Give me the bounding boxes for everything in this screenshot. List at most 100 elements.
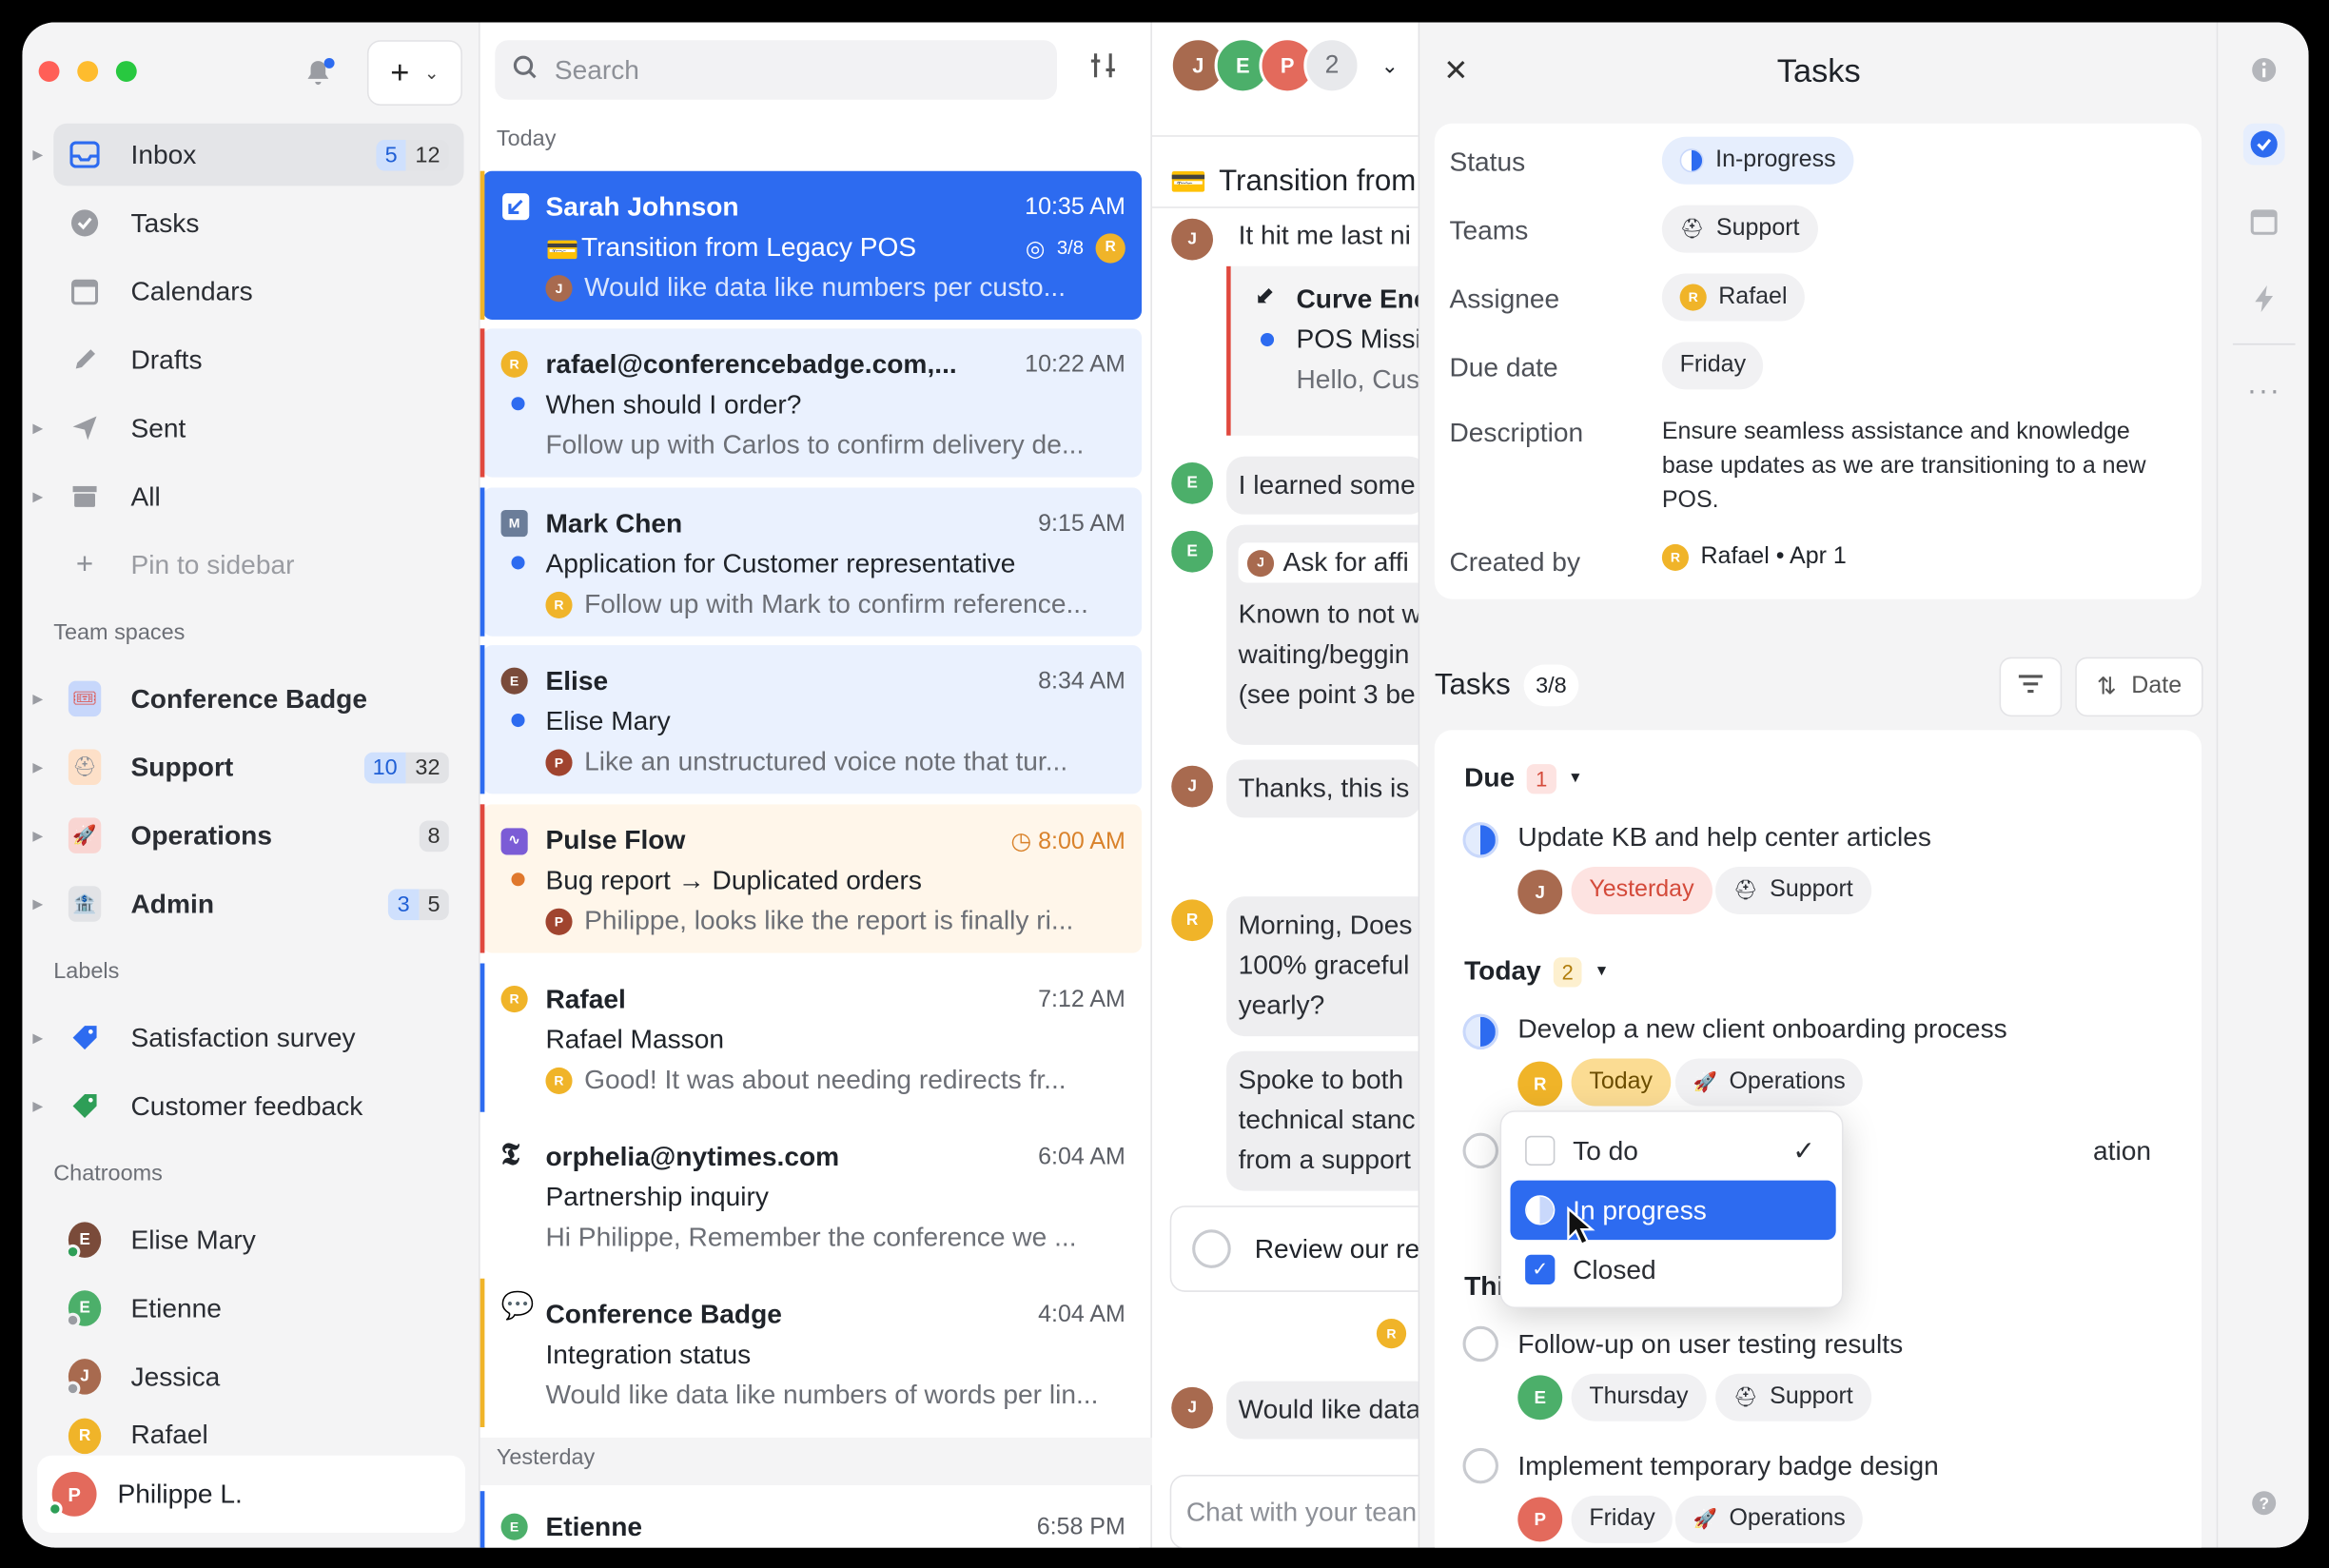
sidebar-item-calendars[interactable]: Calendars: [53, 260, 463, 323]
chatroom-rafael[interactable]: R Rafael: [53, 1414, 463, 1456]
task-status-in-progress[interactable]: [1462, 822, 1498, 858]
sidebar-item-support[interactable]: ▶ ⛑ Support 10 32: [32, 735, 463, 798]
mouse-cursor-icon: [1565, 1205, 1597, 1255]
participants[interactable]: J E P 2 ⌄: [1169, 37, 1399, 94]
disclosure-arrow-icon[interactable]: ▶: [32, 691, 43, 707]
due-chip[interactable]: Today: [1571, 1058, 1671, 1107]
sidebar-item-operations[interactable]: ▶ 🚀 Operations 8: [32, 804, 463, 867]
team-chip[interactable]: ⛑ Support: [1715, 1373, 1871, 1421]
sidebar-item-admin[interactable]: ▶ 🏦 Admin 35: [32, 872, 463, 935]
status-option-in-progress[interactable]: In progress: [1510, 1180, 1836, 1241]
group-due[interactable]: Due 1 ▼: [1464, 763, 1583, 794]
chevron-down-icon[interactable]: ⌄: [424, 63, 440, 84]
minimize-window-button[interactable]: [77, 61, 99, 82]
chatroom-jessica[interactable]: J Jessica: [53, 1345, 463, 1408]
sidebar-item-drafts[interactable]: Drafts: [53, 328, 463, 391]
chatroom-elise-mary[interactable]: E Elise Mary: [53, 1208, 463, 1271]
team-chip[interactable]: ⛑ Support: [1661, 205, 1818, 253]
sidebar-item-inbox[interactable]: ▶ Inbox 5 12: [32, 123, 464, 186]
message-item[interactable]: M Mark Chen 9:15 AM Application for Custo…: [480, 487, 1142, 637]
message-item[interactable]: 𝕿 orphelia@nytimes.com 6:04 AM Partnershi…: [482, 1121, 1142, 1270]
search-input[interactable]: Search: [495, 40, 1057, 100]
team-chip[interactable]: ⛑ Support: [1715, 866, 1871, 914]
disclosure-arrow-icon[interactable]: ▶: [32, 1098, 43, 1114]
task-checkbox[interactable]: [1462, 1447, 1498, 1484]
team-chip[interactable]: 🚀 Operations: [1674, 1495, 1864, 1543]
filter-button[interactable]: [1999, 657, 2063, 717]
message-item[interactable]: E Elise 8:34 AM Elise Mary P Like an unstr…: [480, 645, 1142, 794]
sidebar-item-tasks[interactable]: Tasks: [53, 192, 463, 255]
task-title[interactable]: Update KB and help center articles: [1517, 822, 1931, 853]
sort-arrows-icon: ⇅: [2096, 675, 2117, 700]
sidebar-item-customer-feedback[interactable]: ▶ Customer feedback: [32, 1075, 463, 1138]
status-chip[interactable]: In-progress: [1661, 136, 1854, 185]
disclosure-arrow-icon[interactable]: ▶: [32, 1029, 43, 1046]
help-icon[interactable]: ?: [2243, 1482, 2285, 1524]
task-card[interactable]: Review our re: [1169, 1205, 1420, 1292]
compose-button[interactable]: + ⌄: [366, 40, 462, 106]
task-title[interactable]: ation: [2093, 1136, 2151, 1167]
status-option-to-do[interactable]: To do ✓: [1511, 1121, 1836, 1181]
message-item[interactable]: R Rafael 7:12 AM Rafael Masson R Good! It …: [480, 963, 1142, 1112]
sort-button[interactable]: ⇅ Date: [2075, 657, 2203, 717]
sidebar-item-sent[interactable]: ▶ Sent: [32, 397, 463, 460]
more-icon[interactable]: ···: [2243, 370, 2285, 412]
task-title[interactable]: Develop a new client onboarding process: [1517, 1014, 2006, 1046]
disclosure-arrow-icon[interactable]: ▶: [32, 488, 43, 504]
avatar: R: [545, 591, 573, 618]
due-chip[interactable]: Thursday: [1571, 1373, 1707, 1421]
message-item[interactable]: E Etienne 6:58 PM: [480, 1491, 1142, 1548]
message-item[interactable]: ∿ Pulse Flow ◷ 8:00 AM Bug report → Dupli…: [480, 804, 1142, 953]
group-this-week[interactable]: Thi: [1464, 1271, 1504, 1303]
chatroom-etienne[interactable]: E Etienne: [53, 1277, 463, 1340]
quoted-email[interactable]: ⬋ Curve Enc POS Missi Hello, Cus: [1226, 265, 1420, 436]
zoom-window-button[interactable]: [115, 61, 137, 82]
right-rail: ··· ?: [2216, 22, 2309, 1548]
nytimes-logo-icon: 𝕿: [500, 1135, 519, 1172]
disclosure-arrow-icon[interactable]: ▶: [32, 420, 43, 436]
description-text[interactable]: Ensure seamless assistance and knowledge…: [1662, 415, 2175, 518]
filter-sliders-icon[interactable]: [1089, 52, 1116, 87]
team-chip[interactable]: 🚀 Operations: [1674, 1058, 1864, 1107]
chat-input[interactable]: Chat with your tean: [1169, 1475, 1420, 1548]
message-item[interactable]: Sarah Johnson 10:35 AM 💳 Transition from L…: [480, 170, 1142, 320]
message-sender: rafael@conferencebadge.com,...: [545, 349, 957, 380]
task-checkbox[interactable]: [1462, 1132, 1498, 1169]
chat-line: Morning, Does: [1238, 910, 1413, 940]
disclosure-arrow-icon[interactable]: ▶: [32, 147, 43, 163]
calendar-icon[interactable]: [2243, 201, 2285, 243]
task-checkbox[interactable]: [1462, 1325, 1498, 1362]
tasks-check-icon[interactable]: [2242, 123, 2285, 166]
sidebar-item-label: Calendars: [130, 275, 253, 306]
due-chip[interactable]: Friday: [1571, 1495, 1673, 1543]
pin-to-sidebar-button[interactable]: + Pin to sidebar: [53, 534, 463, 597]
disclosure-arrow-icon[interactable]: ▶: [32, 759, 43, 775]
message-item[interactable]: 💬 Conference Badge 4:04 AM Integration st…: [480, 1278, 1142, 1427]
status-value: In-progress: [1715, 147, 1836, 173]
task-title[interactable]: Follow-up on user testing results: [1517, 1329, 1903, 1361]
due-date-chip[interactable]: Friday: [1661, 342, 1764, 390]
assignee-chip[interactable]: R Rafael: [1661, 273, 1806, 322]
disclosure-arrow-icon[interactable]: ▶: [32, 895, 43, 911]
current-user[interactable]: P Philippe L.: [37, 1455, 466, 1533]
tag-icon: [68, 1021, 101, 1053]
message-item[interactable]: R rafael@conferencebadge.com,... 10:22 AM…: [480, 328, 1142, 478]
task-title[interactable]: Implement temporary badge design: [1517, 1451, 1938, 1482]
search-placeholder: Search: [554, 54, 639, 85]
disclosure-arrow-icon[interactable]: ▶: [32, 828, 43, 844]
due-chip[interactable]: Yesterday: [1571, 866, 1712, 914]
task-status-in-progress[interactable]: [1462, 1013, 1498, 1050]
chevron-down-icon[interactable]: ⌄: [1381, 52, 1399, 78]
option-label: To do: [1573, 1134, 1638, 1166]
current-user-name: Philippe L.: [117, 1478, 243, 1509]
sidebar-item-conference-badge[interactable]: ▶ 🎟 Conference Badge: [32, 668, 463, 731]
info-icon[interactable]: [2243, 49, 2285, 91]
sidebar-item-satisfaction-survey[interactable]: ▶ Satisfaction survey: [32, 1007, 463, 1069]
status-option-closed[interactable]: ✓ Closed: [1511, 1240, 1836, 1300]
sidebar-item-all[interactable]: ▶ All: [32, 465, 463, 528]
group-today[interactable]: Today 2 ▼: [1464, 956, 1609, 988]
close-window-button[interactable]: [38, 61, 60, 82]
lightning-icon[interactable]: [2243, 278, 2285, 320]
task-checkbox[interactable]: [1192, 1229, 1231, 1268]
pin-label: Pin to sidebar: [130, 549, 295, 579]
